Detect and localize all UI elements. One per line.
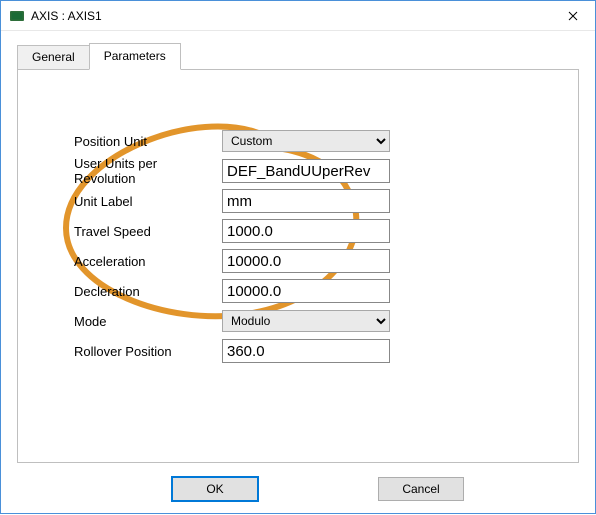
- row-decleration: Decleration: [74, 276, 578, 306]
- label-acceleration: Acceleration: [74, 254, 222, 269]
- tab-general-label: General: [32, 50, 75, 64]
- close-button[interactable]: [550, 1, 595, 31]
- app-icon: [9, 8, 25, 24]
- label-uupr: User Units per Revolution: [74, 156, 222, 186]
- label-mode: Mode: [74, 314, 222, 329]
- dialog-client: General Parameters Position Unit Custom …: [1, 31, 595, 515]
- dialog-buttons: OK Cancel: [17, 477, 579, 501]
- label-unit-label: Unit Label: [74, 194, 222, 209]
- ok-button-label: OK: [206, 482, 223, 496]
- input-uupr[interactable]: [222, 159, 390, 183]
- close-icon: [568, 11, 578, 21]
- row-mode: Mode Modulo: [74, 306, 578, 336]
- cancel-button-label: Cancel: [402, 482, 439, 496]
- row-rollover: Rollover Position: [74, 336, 578, 366]
- label-position-unit: Position Unit: [74, 134, 222, 149]
- row-acceleration: Acceleration: [74, 246, 578, 276]
- input-decleration[interactable]: [222, 279, 390, 303]
- tab-strip: General Parameters: [17, 43, 579, 70]
- cancel-button[interactable]: Cancel: [378, 477, 464, 501]
- input-travel-speed[interactable]: [222, 219, 390, 243]
- tab-parameters[interactable]: Parameters: [89, 43, 181, 70]
- tab-general[interactable]: General: [17, 45, 90, 72]
- titlebar: AXIS : AXIS1: [1, 1, 595, 31]
- parameter-fields: Position Unit Custom User Units per Revo…: [74, 126, 578, 366]
- window-title: AXIS : AXIS1: [31, 9, 550, 23]
- input-rollover[interactable]: [222, 339, 390, 363]
- row-unit-label: Unit Label: [74, 186, 578, 216]
- input-unit-label[interactable]: [222, 189, 390, 213]
- row-travel-speed: Travel Speed: [74, 216, 578, 246]
- input-acceleration[interactable]: [222, 249, 390, 273]
- label-rollover: Rollover Position: [74, 344, 222, 359]
- select-position-unit[interactable]: Custom: [222, 130, 390, 152]
- select-mode[interactable]: Modulo: [222, 310, 390, 332]
- label-travel-speed: Travel Speed: [74, 224, 222, 239]
- row-position-unit: Position Unit Custom: [74, 126, 578, 156]
- ok-button[interactable]: OK: [172, 477, 258, 501]
- tab-parameters-label: Parameters: [104, 49, 166, 63]
- tab-content-parameters: Position Unit Custom User Units per Revo…: [17, 69, 579, 463]
- label-decleration: Decleration: [74, 284, 222, 299]
- row-uupr: User Units per Revolution: [74, 156, 578, 186]
